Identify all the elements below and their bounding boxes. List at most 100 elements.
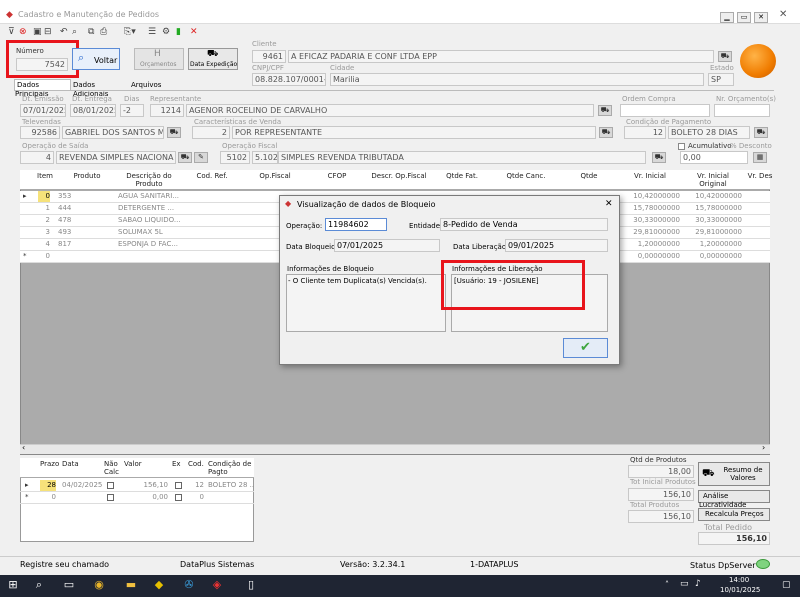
chrome-icon[interactable]: ◉: [90, 578, 108, 592]
recalcula-precos-button[interactable]: Recalcula Preços: [698, 508, 770, 521]
items-hscrollbar[interactable]: [20, 444, 770, 454]
checkbox[interactable]: [107, 494, 114, 501]
cell-valor[interactable]: 0,00: [124, 492, 168, 503]
cell-vo[interactable]: 30,33000000: [684, 215, 742, 226]
cell-item[interactable]: 1: [38, 203, 50, 214]
tot-produtos-field[interactable]: 156,10: [628, 510, 694, 523]
maximize-button[interactable]: ▭: [737, 12, 751, 23]
opsaida-cod-field[interactable]: 4: [20, 151, 54, 164]
parcelas-col-header[interactable]: Condição de Pagto: [208, 460, 254, 476]
items-col-header[interactable]: Produto: [58, 172, 116, 180]
checkbox[interactable]: [175, 482, 182, 489]
televendas-lookup-button[interactable]: ⛟: [167, 127, 181, 138]
clock-time[interactable]: 14:00: [729, 576, 749, 584]
cell-desc[interactable]: DETERGENTE ...: [118, 203, 180, 214]
items-col-header[interactable]: Op.Fiscal: [246, 172, 304, 180]
status-chamado[interactable]: Registre seu chamado: [20, 560, 109, 569]
cell-vi[interactable]: 29,81000000: [620, 227, 680, 238]
estado-field[interactable]: SP: [708, 73, 734, 86]
filter-icon[interactable]: ⊽: [8, 27, 15, 38]
cell-desc[interactable]: AGUA SANITARI...: [118, 191, 180, 202]
rep-cod-field[interactable]: 1214: [150, 104, 184, 117]
cell-vi[interactable]: 15,78000000: [620, 203, 680, 214]
desconto-button[interactable]: ▦: [753, 152, 767, 163]
cell-prazo[interactable]: 0: [40, 492, 56, 503]
cell-prazo[interactable]: 28: [40, 480, 56, 491]
cell-vo[interactable]: 10,42000000: [684, 191, 742, 202]
cell-vi[interactable]: 30,33000000: [620, 215, 680, 226]
condpag-cod-field[interactable]: 12: [624, 126, 666, 139]
cell-desc[interactable]: SOLUMAX 5L: [118, 227, 180, 238]
task-view-icon[interactable]: ▭: [60, 578, 78, 592]
nr-orcamento-field[interactable]: [714, 104, 770, 117]
opsaida-edit-button[interactable]: ✎: [194, 152, 208, 163]
emissao-field[interactable]: 07/01/2025: [20, 104, 66, 117]
scroll-right-icon[interactable]: ›: [762, 443, 765, 452]
data-bloqueio-field[interactable]: 07/01/2025: [334, 239, 440, 252]
copy-icon[interactable]: ⧉: [88, 27, 94, 38]
app-icon-1[interactable]: ◆: [150, 578, 168, 592]
parcelas-col-header[interactable]: Valor: [124, 460, 170, 468]
cell-desc[interactable]: SABAO LIQUIDO...: [118, 215, 180, 226]
cell-prod[interactable]: 478: [58, 215, 114, 226]
items-col-header[interactable]: Vr. Inicial Original: [684, 172, 742, 188]
items-col-header[interactable]: Vr. Inicial: [620, 172, 680, 180]
opsaida-lookup-button[interactable]: ⛟: [178, 152, 192, 163]
televendas-cod-field[interactable]: 92586: [20, 126, 60, 139]
cell-vo[interactable]: 15,78000000: [684, 203, 742, 214]
parcelas-col-header[interactable]: Prazo: [40, 460, 60, 468]
tab-dados-adicionais[interactable]: Dados Adicionais: [73, 80, 129, 98]
caract-lookup-button[interactable]: ⛟: [599, 127, 613, 138]
cell-prod[interactable]: 353: [58, 191, 114, 202]
volume-icon[interactable]: ♪: [695, 579, 701, 589]
rep-lookup-button[interactable]: ⛟: [598, 105, 612, 116]
entidade-field[interactable]: 8-Pedido de Venda: [440, 218, 608, 231]
tab-dados-principais[interactable]: Dados Principais: [14, 79, 71, 98]
window-close-icon[interactable]: ✕: [779, 9, 787, 20]
dias-field[interactable]: -2: [120, 104, 144, 117]
items-col-header[interactable]: Qtde Fat.: [432, 172, 492, 180]
operacao-field[interactable]: 11984602: [325, 218, 387, 231]
search-icon[interactable]: ⌕: [72, 27, 77, 38]
cancel-icon[interactable]: ⊗: [19, 27, 27, 38]
windows-start-icon[interactable]: ⊞: [4, 578, 22, 592]
cell-prod[interactable]: 817: [58, 239, 114, 250]
cell-item[interactable]: 3: [38, 227, 50, 238]
cell-item[interactable]: 2: [38, 215, 50, 226]
gear-icon[interactable]: ⚙: [162, 27, 170, 38]
items-col-header[interactable]: Vr. Des: [746, 172, 774, 180]
cell-vo[interactable]: 1,20000000: [684, 239, 742, 250]
tot-pedido-field[interactable]: 156,10: [698, 532, 770, 545]
tab-arquivos[interactable]: Arquivos: [131, 80, 163, 90]
dialog-close-button[interactable]: ✕: [605, 199, 613, 209]
dataplus-icon[interactable]: ◈: [208, 578, 226, 592]
cell-data[interactable]: 04/02/2025: [62, 480, 102, 491]
print-icon[interactable]: ⎙: [100, 27, 107, 38]
items-col-header[interactable]: Descr. Op.Fiscal: [370, 172, 428, 180]
condpag-lookup-button[interactable]: ⛟: [754, 127, 768, 138]
items-col-header[interactable]: CFOP: [308, 172, 366, 180]
entrega-field[interactable]: 08/01/2025: [70, 104, 116, 117]
opfiscal-num-field[interactable]: 5.102: [252, 151, 278, 164]
cell-prod[interactable]: 493: [58, 227, 114, 238]
items-col-header[interactable]: Descrição do Produto: [118, 172, 180, 188]
notifications-icon[interactable]: ▢: [782, 580, 791, 590]
search-icon[interactable]: ⌕: [30, 578, 48, 592]
caract-nome-field[interactable]: POR REPRESENTANTE: [232, 126, 596, 139]
opfiscal-lookup-button[interactable]: ⛟: [652, 152, 666, 163]
cnpj-field[interactable]: 08.828.107/0001-34: [252, 73, 326, 86]
opfiscal-nome-field[interactable]: SIMPLES REVENDA TRIBUTADA: [278, 151, 646, 164]
cliente-nome-field[interactable]: A EFICAZ PADARIA E CONF LTDA EPP: [288, 50, 714, 63]
cell-vo[interactable]: 29,81000000: [684, 227, 742, 238]
list-icon[interactable]: ☰: [148, 27, 156, 38]
televendas-nome-field[interactable]: GABRIEL DOS SANTOS M: [62, 126, 164, 139]
condpag-nome-field[interactable]: BOLETO 28 DIAS: [668, 126, 750, 139]
cell-vi[interactable]: 0,00000000: [620, 251, 680, 262]
clock-date[interactable]: 10/01/2025: [720, 586, 760, 594]
delete-icon[interactable]: ⊟: [44, 27, 52, 38]
close-red-icon[interactable]: ✕: [190, 27, 198, 38]
dialog-ok-button[interactable]: ✔: [563, 338, 608, 358]
cell-desc[interactable]: ESPONJA D FAC...: [118, 239, 180, 250]
scroll-left-icon[interactable]: ‹: [22, 443, 25, 452]
items-col-header[interactable]: Qtde: [560, 172, 618, 180]
